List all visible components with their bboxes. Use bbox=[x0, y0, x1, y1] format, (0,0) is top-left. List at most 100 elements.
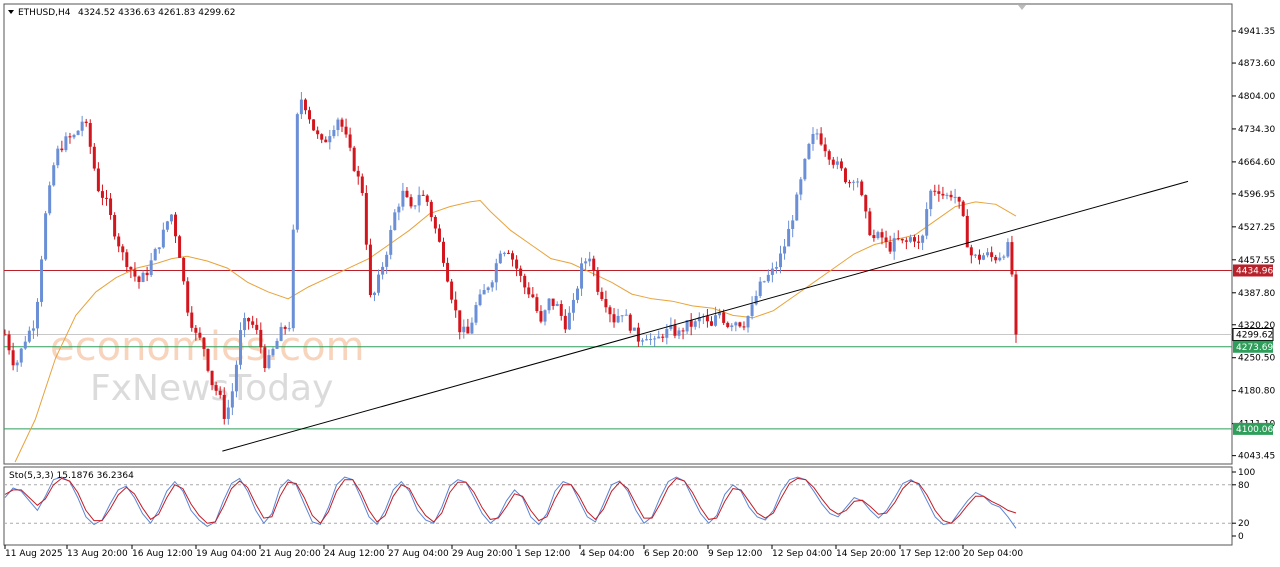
candle-body bbox=[645, 339, 649, 341]
candle-body bbox=[222, 394, 226, 419]
candle-body bbox=[494, 263, 498, 283]
candle-body bbox=[255, 324, 259, 330]
candle-body bbox=[129, 266, 133, 270]
candle-body bbox=[523, 275, 527, 288]
time-tick-label: 11 Aug 2025 bbox=[5, 549, 63, 559]
candle-body bbox=[567, 312, 571, 330]
candle-body bbox=[823, 144, 827, 152]
ohlc-readout: 4324.52 4336.63 4261.83 4299.62 bbox=[78, 8, 235, 18]
candle-body bbox=[758, 281, 762, 296]
candle-body bbox=[271, 348, 275, 356]
candle-body bbox=[742, 326, 746, 328]
candle-body bbox=[283, 326, 287, 329]
candle-body bbox=[267, 355, 271, 369]
candle-body bbox=[848, 182, 852, 184]
candle-body bbox=[27, 330, 31, 342]
candle-body bbox=[799, 179, 803, 195]
candle-body bbox=[259, 329, 263, 348]
candle-body bbox=[364, 193, 368, 245]
candle-body bbox=[973, 254, 977, 256]
candle-body bbox=[502, 252, 506, 254]
candle-body bbox=[490, 282, 494, 288]
candle-body bbox=[48, 185, 52, 214]
price-tick-label: 4043.45 bbox=[1238, 452, 1275, 462]
price-tick-label: 4457.55 bbox=[1238, 256, 1275, 266]
candle-body bbox=[640, 340, 644, 342]
candle-body bbox=[405, 190, 409, 198]
time-tick-label: 6 Sep 20:00 bbox=[644, 549, 699, 559]
candle-body bbox=[234, 364, 238, 392]
candle-body bbox=[348, 134, 352, 148]
candle-body bbox=[279, 326, 283, 341]
candle-body bbox=[125, 252, 129, 267]
candle-body bbox=[425, 195, 429, 202]
candle-body bbox=[774, 267, 778, 269]
candle-body bbox=[515, 259, 519, 269]
candle-body bbox=[563, 315, 567, 330]
candle-body bbox=[815, 133, 819, 135]
candle-body bbox=[868, 211, 872, 236]
time-tick-label: 27 Aug 04:00 bbox=[388, 549, 449, 559]
candle-body bbox=[149, 260, 153, 276]
candle-body bbox=[580, 263, 584, 289]
candle-body bbox=[44, 213, 48, 260]
candle-body bbox=[352, 147, 356, 171]
candle-body bbox=[458, 310, 462, 333]
candle-body bbox=[933, 190, 937, 192]
candle-body bbox=[214, 385, 218, 391]
candle-body bbox=[299, 99, 303, 115]
candle-body bbox=[783, 246, 787, 254]
candle-body bbox=[56, 148, 60, 166]
support-price-tag-2: 4100.06 bbox=[1236, 425, 1273, 435]
candle-body bbox=[803, 158, 807, 180]
candle-body bbox=[312, 119, 316, 131]
candle-body bbox=[827, 151, 831, 160]
candle-body bbox=[295, 114, 299, 230]
candle-body bbox=[133, 269, 137, 277]
candle-body bbox=[807, 143, 811, 159]
candle-body bbox=[332, 130, 336, 137]
candle-body bbox=[157, 247, 161, 250]
candle-body bbox=[953, 196, 957, 198]
candle-body bbox=[60, 148, 64, 151]
candle-body bbox=[454, 299, 458, 311]
candle-body bbox=[11, 350, 15, 366]
candle-body bbox=[852, 181, 856, 183]
time-tick-label: 20 Sep 04:00 bbox=[963, 549, 1023, 559]
candle-body bbox=[174, 214, 178, 237]
candle-body bbox=[527, 287, 531, 295]
candle-body bbox=[247, 318, 251, 322]
candle-body bbox=[779, 253, 783, 268]
candle-body bbox=[653, 338, 657, 340]
candle-body bbox=[450, 281, 454, 300]
candle-body bbox=[210, 370, 214, 386]
time-tick-label: 14 Sep 20:00 bbox=[836, 549, 896, 559]
price-chart: economies.com FxNewsToday 4941.354873.60… bbox=[3, 3, 1275, 559]
stochastic-axis: 100 80 20 0 bbox=[1232, 468, 1255, 542]
stochastic-tick-label: 100 bbox=[1238, 468, 1255, 478]
candle-body bbox=[92, 146, 96, 169]
candle-body bbox=[620, 315, 624, 317]
candle-body bbox=[442, 241, 446, 263]
candle-body bbox=[76, 130, 80, 135]
candle-body bbox=[705, 316, 709, 322]
candle-body bbox=[543, 310, 547, 322]
time-tick-label: 29 Aug 20:00 bbox=[452, 549, 513, 559]
price-tick-label: 4180.80 bbox=[1238, 387, 1275, 397]
time-tick-label: 16 Aug 12:00 bbox=[132, 549, 193, 559]
candle-body bbox=[982, 255, 986, 260]
candle-body bbox=[381, 266, 385, 275]
candle-body bbox=[945, 194, 949, 196]
candle-body bbox=[896, 238, 900, 240]
candle-body bbox=[722, 312, 726, 323]
candle-body bbox=[746, 315, 750, 328]
candle-body bbox=[182, 257, 186, 282]
candle-body bbox=[23, 341, 27, 349]
candle-body bbox=[787, 228, 791, 247]
candle-body bbox=[632, 327, 636, 331]
candle-body bbox=[547, 298, 551, 311]
candle-body bbox=[888, 241, 892, 252]
candle-body bbox=[872, 235, 876, 239]
price-tick-label: 4664.60 bbox=[1238, 158, 1275, 168]
oscillator-label: Sto(5,3,3) 15.1876 36.2364 bbox=[9, 471, 134, 481]
